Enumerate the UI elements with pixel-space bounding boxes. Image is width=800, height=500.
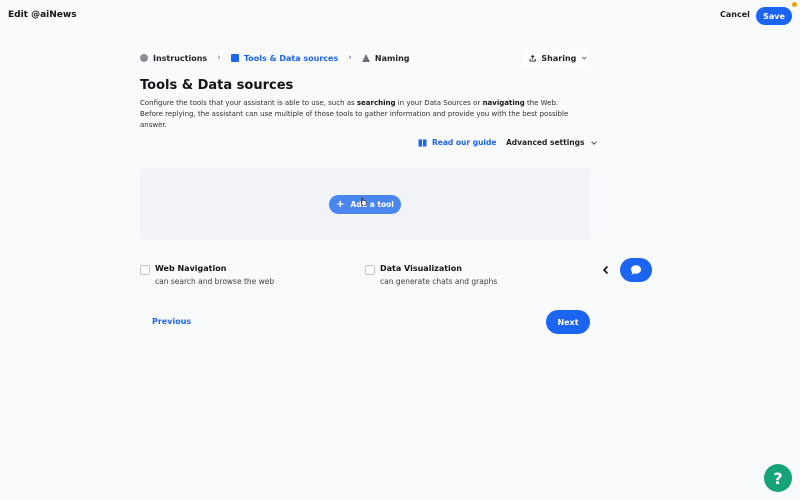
tool-option-web-navigation: Web Navigation can search and browse the… — [140, 264, 274, 286]
advanced-settings-dropdown[interactable]: Advanced settings — [506, 138, 598, 147]
advanced-settings-label: Advanced settings — [506, 138, 585, 147]
page-title: Tools & Data sources — [140, 78, 294, 93]
cancel-button[interactable]: Cancel — [720, 10, 750, 19]
chat-bubble-icon — [631, 265, 641, 275]
chevron-right-icon: › — [217, 53, 221, 63]
plus-icon: + — [336, 198, 345, 210]
circle-icon — [140, 54, 148, 62]
guide-label: Read our guide — [432, 138, 497, 147]
step-tools-data-sources[interactable]: Tools & Data sources — [230, 53, 339, 63]
tool-option-data-visualization: Data Visualization can generate chats an… — [365, 264, 497, 286]
save-button[interactable]: Save — [756, 7, 792, 25]
square-icon — [230, 54, 239, 62]
notification-dot — [792, 2, 797, 7]
next-button[interactable]: Next — [546, 310, 590, 334]
chat-button[interactable] — [620, 258, 652, 282]
data-visualization-checkbox[interactable] — [365, 265, 375, 275]
book-icon — [418, 138, 427, 147]
tool-description: can search and browse the web — [155, 277, 275, 286]
read-guide-link[interactable]: Read our guide — [418, 138, 496, 147]
top-bar: Edit @aiNews Cancel Save — [0, 0, 800, 30]
hand-cursor-icon — [360, 197, 367, 206]
add-tool-label: Add a tool — [350, 200, 394, 209]
chevron-down-icon — [591, 140, 598, 145]
tool-name: Data Visualization — [380, 264, 462, 273]
sharing-label: Sharing — [541, 53, 577, 63]
chevron-left-icon[interactable] — [601, 264, 611, 276]
page-description: Configure the tools that your assistant … — [140, 99, 569, 129]
chevron-right-icon: › — [348, 53, 352, 63]
sharing-dropdown[interactable]: Sharing — [522, 49, 588, 67]
chevron-down-icon — [582, 56, 587, 60]
step-instructions[interactable]: Instructions — [140, 54, 207, 63]
previous-button[interactable]: Previous — [152, 317, 191, 326]
help-button[interactable]: ? — [764, 464, 792, 492]
step-naming[interactable]: Naming — [361, 53, 410, 63]
tool-name: Web Navigation — [155, 264, 227, 273]
triangle-icon — [361, 54, 370, 62]
step-label: Tools & Data sources — [243, 53, 339, 63]
share-icon — [529, 54, 536, 62]
step-label: Naming — [374, 53, 410, 63]
web-navigation-checkbox[interactable] — [140, 265, 150, 275]
step-label: Instructions — [153, 53, 208, 63]
stepper: Instructions › Tools & Data sources › Na… — [140, 50, 410, 66]
app-title: Edit @aiNews — [8, 10, 77, 20]
tool-description: can generate chats and graphs — [380, 277, 498, 286]
